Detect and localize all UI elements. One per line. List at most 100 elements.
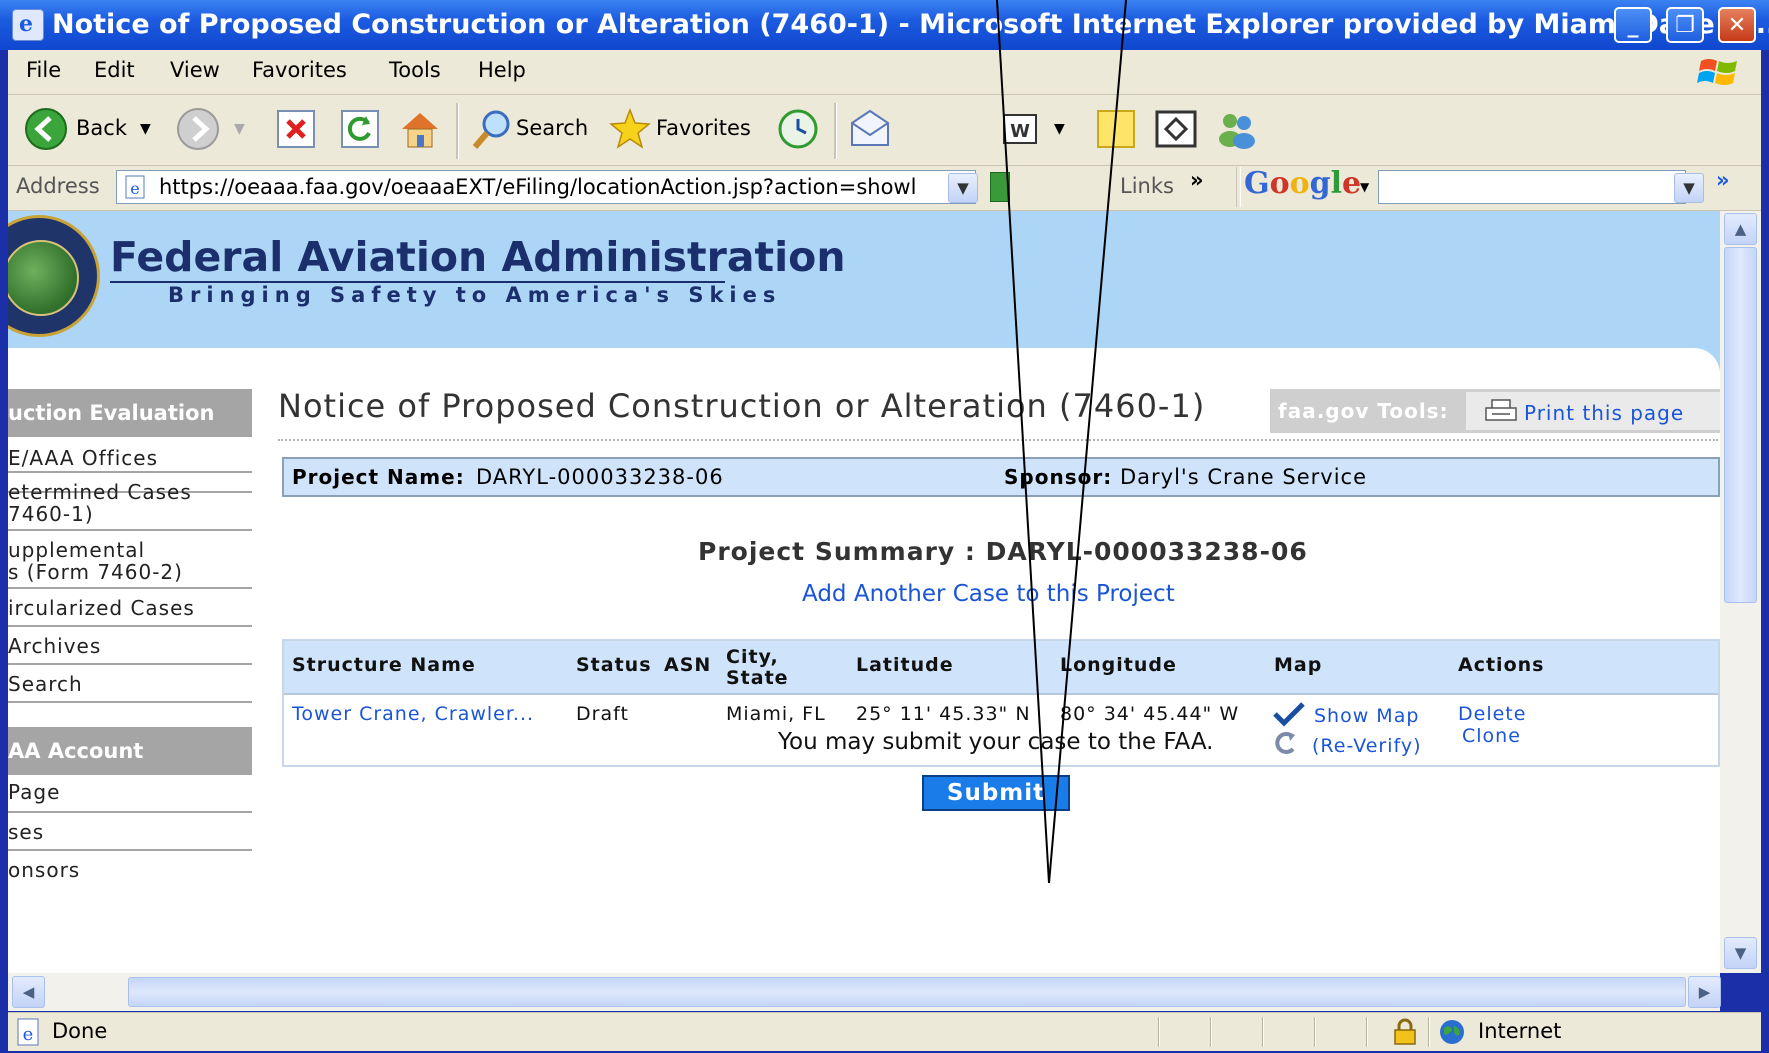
home-icon[interactable] <box>398 107 442 151</box>
scroll-down-icon[interactable]: ▼ <box>1724 937 1757 969</box>
google-chevron-icon[interactable]: » <box>1716 168 1730 192</box>
latitude-value: 25° 11' 45.33" N <box>856 703 1031 725</box>
nav-item-circularized-cases[interactable]: ircularized Cases <box>8 589 252 627</box>
nav-item-cases[interactable]: ses <box>8 813 252 851</box>
edit-dropdown-icon[interactable]: ▼ <box>1054 121 1065 137</box>
menu-favorites[interactable]: Favorites <box>252 58 347 82</box>
col-structure-name: Structure Name <box>292 654 476 676</box>
status-bar: e Done Internet <box>8 1012 1761 1051</box>
back-button-label[interactable]: Back <box>76 116 127 140</box>
menu-view[interactable]: View <box>170 58 220 82</box>
menu-file[interactable]: File <box>26 58 61 82</box>
menu-tools[interactable]: Tools <box>389 58 441 82</box>
add-another-case-link[interactable]: Add Another Case to this Project <box>802 581 1175 607</box>
project-name-label: Project Name: <box>292 465 465 489</box>
scroll-right-icon[interactable]: ▶ <box>1688 976 1721 1008</box>
google-logo[interactable]: Google <box>1244 166 1361 201</box>
minimize-button[interactable]: _ <box>1614 7 1652 43</box>
close-button[interactable]: ✕ <box>1718 7 1756 43</box>
note-icon[interactable] <box>1094 107 1138 151</box>
links-label[interactable]: Links <box>1120 174 1174 198</box>
messenger-window-icon[interactable] <box>1154 107 1198 151</box>
maximize-button[interactable]: ❐ <box>1666 7 1704 43</box>
forward-arrow-icon[interactable] <box>176 107 220 151</box>
col-actions: Actions <box>1458 654 1545 676</box>
menu-help[interactable]: Help <box>478 58 526 82</box>
toolbar-separator <box>456 103 459 159</box>
project-name-value: DARYL-000033238-06 <box>476 465 724 489</box>
status-divider <box>1314 1017 1316 1047</box>
back-dropdown-icon[interactable]: ▼ <box>140 121 151 137</box>
print-page-link[interactable]: Print this page <box>1524 401 1684 425</box>
refresh-icon[interactable] <box>338 107 382 151</box>
nav-item-sponsors[interactable]: onsors <box>8 851 252 889</box>
nav-item-page[interactable]: Page <box>8 775 252 813</box>
nav-section-account: AA Account <box>8 727 252 775</box>
col-status: Status <box>576 654 652 676</box>
page-viewport: Federal Aviation Administration Bringing… <box>8 211 1720 973</box>
address-label: Address <box>16 174 100 198</box>
title-dotted-divider <box>278 439 1718 441</box>
col-asn: ASN <box>664 654 712 676</box>
scroll-left-icon[interactable]: ◀ <box>12 976 45 1008</box>
delete-link[interactable]: Delete <box>1458 703 1526 725</box>
content-corner <box>8 348 1720 388</box>
forward-dropdown-icon[interactable]: ▼ <box>234 121 245 137</box>
mail-icon[interactable] <box>848 107 892 151</box>
page-icon: e <box>125 175 145 199</box>
reverify-link[interactable]: (Re-Verify) <box>1312 735 1422 757</box>
faa-title[interactable]: Federal Aviation Administration <box>110 233 846 281</box>
favorites-button-label[interactable]: Favorites <box>656 116 751 140</box>
word-edit-icon[interactable]: W <box>998 107 1042 151</box>
status-divider <box>1262 1017 1264 1047</box>
address-bar: Address e https://oeaaa.faa.gov/oeaaaEXT… <box>8 166 1761 211</box>
faa-seal-logo[interactable] <box>8 215 100 337</box>
vertical-scrollbar[interactable]: ▲ ▼ <box>1720 211 1761 973</box>
nav-item-supplemental[interactable]: upplemental s (Form 7460-2) <box>8 531 252 589</box>
col-latitude: Latitude <box>856 654 954 676</box>
vertical-scroll-thumb[interactable] <box>1724 247 1757 603</box>
project-summary-title: Project Summary : DARYL-000033238-06 <box>698 537 1308 566</box>
nav-item-archives[interactable]: Archives <box>8 627 252 665</box>
google-search-input[interactable] <box>1378 170 1686 204</box>
address-input[interactable]: e https://oeaaa.faa.gov/oeaaaEXT/eFiling… <box>116 170 976 204</box>
go-button-icon[interactable] <box>990 172 1010 202</box>
links-chevron-icon[interactable]: » <box>1190 168 1204 192</box>
horizontal-scroll-thumb[interactable] <box>128 977 1686 1007</box>
messenger-people-icon[interactable] <box>1214 107 1258 151</box>
google-search-dropdown-icon[interactable]: ▼ <box>1674 173 1704 203</box>
address-dropdown-icon[interactable]: ▼ <box>948 173 978 203</box>
status-divider <box>1366 1017 1368 1047</box>
toolbar-separator <box>1236 167 1241 207</box>
favorites-star-icon[interactable] <box>608 107 652 151</box>
svg-text:e: e <box>130 179 139 198</box>
svg-text:W: W <box>1010 121 1030 142</box>
secure-lock-icon[interactable] <box>1392 1018 1418 1046</box>
longitude-value: 80° 34' 45.44" W <box>1060 703 1240 725</box>
horizontal-scrollbar[interactable]: ◀ ▶ <box>8 973 1721 1011</box>
reverify-icon[interactable] <box>1272 729 1300 757</box>
sponsor-value: Daryl's Crane Service <box>1120 465 1368 489</box>
show-map-link[interactable]: Show Map <box>1314 705 1419 727</box>
submit-button[interactable]: Submit <box>922 775 1070 811</box>
back-arrow-icon[interactable] <box>24 107 68 151</box>
menu-edit[interactable]: Edit <box>94 58 135 82</box>
google-dropdown-icon[interactable]: ▼ <box>1360 180 1369 194</box>
col-city-state: City, State <box>726 646 789 689</box>
security-zone-label: Internet <box>1478 1019 1562 1043</box>
faa-tagline: Bringing Safety to America's Skies <box>168 283 782 307</box>
stop-icon[interactable] <box>274 107 318 151</box>
nav-item-determined-cases[interactable]: etermined Cases 7460-1) <box>8 473 252 531</box>
search-button-label[interactable]: Search <box>516 116 588 140</box>
search-icon[interactable] <box>470 107 514 151</box>
printer-icon[interactable] <box>1484 399 1518 423</box>
checkmark-icon[interactable] <box>1272 701 1306 727</box>
scroll-up-icon[interactable]: ▲ <box>1724 213 1757 245</box>
structure-name-link[interactable]: Tower Crane, Crawler... <box>292 703 534 725</box>
project-info-bar: Project Name: DARYL-000033238-06 Sponsor… <box>282 457 1720 497</box>
window-title-bar[interactable]: e Notice of Proposed Construction or Alt… <box>0 0 1769 50</box>
clone-link[interactable]: Clone <box>1462 725 1521 747</box>
nav-item-offices[interactable]: E/AAA Offices <box>8 435 252 473</box>
history-icon[interactable] <box>776 107 820 151</box>
nav-item-search[interactable]: Search <box>8 665 252 703</box>
